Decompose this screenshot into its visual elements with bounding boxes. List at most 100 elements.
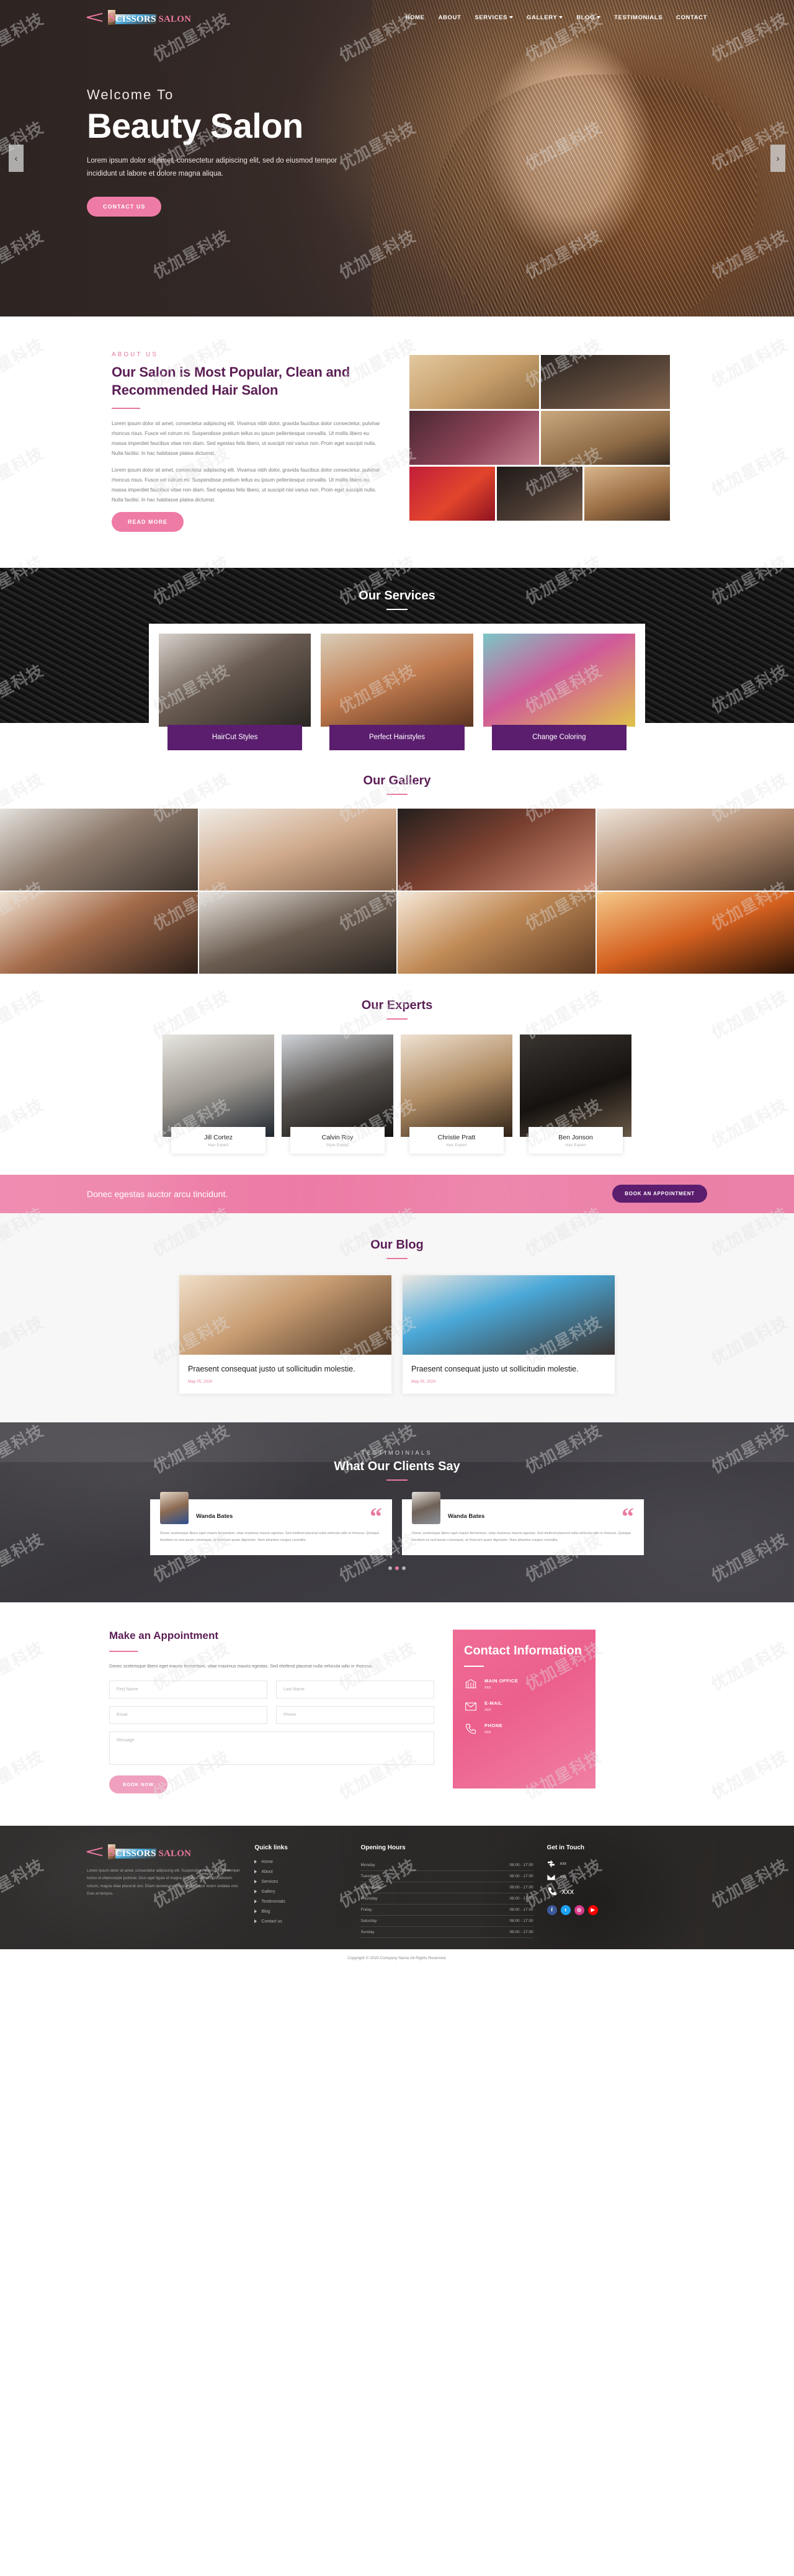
expert-role: Style Expert <box>326 1143 349 1147</box>
hours-day: Tuesday <box>360 1874 377 1878</box>
youtube-icon[interactable]: ▶ <box>587 1905 598 1915</box>
carousel-dot[interactable] <box>388 1566 392 1571</box>
site-logo[interactable]: SCISSORS SALON <box>87 9 192 25</box>
divider <box>386 1479 408 1481</box>
carousel-dot-active[interactable] <box>395 1566 399 1571</box>
last-name-input[interactable] <box>276 1680 434 1699</box>
nav-item-about[interactable]: ABOUT <box>439 14 462 21</box>
carousel-dot[interactable] <box>402 1566 406 1571</box>
gallery-image[interactable] <box>0 808 198 891</box>
testimonials-kicker: TESTIMOINIALS <box>361 1450 432 1456</box>
logo-letter-s: S <box>108 9 115 25</box>
blog-card[interactable]: Praesent consequat justo ut sollicitudin… <box>403 1275 615 1394</box>
nav-label: HOME <box>405 14 425 21</box>
expert-card[interactable]: Jill Cortez Hair Expert <box>163 1034 274 1154</box>
bank-icon <box>465 1679 476 1689</box>
expert-photo <box>282 1034 393 1137</box>
page-root: SCISSORS SALON HOME ABOUT SERVICES GALLE… <box>0 0 794 1967</box>
expert-role: Hair Expert <box>446 1143 467 1147</box>
instagram-icon[interactable]: ◎ <box>574 1905 584 1915</box>
logo-salon-text: SALON <box>156 1848 192 1859</box>
nav-item-testimonials[interactable]: TESTIMONIALS <box>614 14 662 21</box>
expert-photo <box>401 1034 512 1137</box>
hours-day: Saturday <box>360 1918 377 1923</box>
expert-name: Ben Jonson <box>558 1133 593 1141</box>
divider <box>112 408 140 410</box>
caret-right-icon <box>254 1880 257 1884</box>
caret-right-icon <box>254 1919 257 1924</box>
divider <box>109 1651 138 1653</box>
blog-card[interactable]: Praesent consequat justo ut sollicitudin… <box>179 1275 391 1394</box>
footer-link-about[interactable]: About <box>254 1870 347 1874</box>
footer-logo[interactable]: SCISSORS SALON <box>87 1844 241 1860</box>
services-title: Our Services <box>359 588 435 603</box>
nav-item-home[interactable]: HOME <box>406 14 425 21</box>
email-input[interactable] <box>109 1705 267 1724</box>
hours-row: Tuesday 08:00 - 17:00 <box>360 1871 533 1882</box>
collage-image <box>540 355 670 409</box>
gallery-image[interactable] <box>0 891 198 974</box>
blog-section: Our Blog Praesent consequat justo ut sol… <box>0 1213 794 1423</box>
footer-link-gallery[interactable]: Gallery <box>254 1890 347 1894</box>
testimonial-text: Donec scelerisque libero eget mauris fer… <box>412 1532 631 1543</box>
site-footer: SCISSORS SALON Lorem ipsum dolor sit ame… <box>0 1825 794 1949</box>
caret-right-icon <box>254 1890 257 1894</box>
phone-input[interactable] <box>276 1705 434 1724</box>
hours-time: 08:00 - 17:00 <box>509 1918 533 1923</box>
facebook-icon[interactable]: f <box>546 1905 557 1915</box>
gallery-image[interactable] <box>596 891 794 974</box>
expert-card[interactable]: Christie Pratt Hair Expert <box>401 1034 512 1154</box>
about-image-collage <box>409 351 670 521</box>
expert-card[interactable]: Calvin Roy Style Expert <box>282 1034 393 1154</box>
phone-icon <box>465 1724 476 1735</box>
hours-time: 08:00 - 17:00 <box>509 1896 533 1901</box>
testimonial-card: “ Wanda Bates Donec scelerisque libero e… <box>402 1492 644 1556</box>
nav-label: ABOUT <box>438 14 462 21</box>
footer-link-testimonials[interactable]: Testimonials <box>254 1900 347 1904</box>
avatar <box>160 1492 189 1525</box>
blog-post-title: Praesent consequat justo ut sollicitudin… <box>411 1364 579 1373</box>
book-now-button[interactable]: BOOK NOW <box>109 1775 168 1793</box>
footer-link-home[interactable]: Home <box>254 1860 347 1864</box>
hero-contact-button[interactable]: CONTACT US <box>87 197 162 217</box>
service-card-hairstyles[interactable]: Perfect Hairstyles <box>321 633 473 750</box>
carousel-next-button[interactable]: › <box>770 145 785 172</box>
gallery-title: Our Gallery <box>363 773 431 788</box>
quote-icon: “ <box>370 1502 382 1531</box>
gallery-image[interactable] <box>398 808 596 891</box>
envelope-icon <box>546 1874 555 1880</box>
footer-hours-title: Opening Hours <box>360 1844 406 1851</box>
book-appointment-button[interactable]: BOOK AN APPOINTMENT <box>612 1185 707 1203</box>
service-card-haircut[interactable]: HairCut Styles <box>159 633 311 750</box>
hours-row: Saturday 08:00 - 17:00 <box>360 1916 533 1927</box>
blog-image <box>403 1275 615 1355</box>
footer-link-contact[interactable]: Contact us <box>254 1919 347 1924</box>
gallery-image[interactable] <box>596 808 794 891</box>
nav-item-contact[interactable]: CONTACT <box>676 14 707 21</box>
footer-link-blog[interactable]: Blog <box>254 1910 347 1914</box>
footer-about-column: SCISSORS SALON Lorem ipsum dolor sit ame… <box>87 1844 241 1938</box>
nav-item-gallery[interactable]: GALLERY <box>527 14 563 21</box>
gallery-image[interactable] <box>198 808 396 891</box>
first-name-input[interactable] <box>109 1680 267 1699</box>
twitter-icon[interactable]: t <box>560 1905 571 1915</box>
carousel-prev-button[interactable]: ‹ <box>9 145 24 172</box>
gallery-image[interactable] <box>198 891 396 974</box>
nav-item-services[interactable]: SERVICES <box>475 14 514 21</box>
expert-card[interactable]: Ben Jonson Hair Expert <box>520 1034 631 1154</box>
logo-salon-text: SALON <box>156 14 192 24</box>
testimonial-text: Donec scelerisque libero eget mauris fer… <box>160 1532 380 1543</box>
top-navigation-bar: SCISSORS SALON HOME ABOUT SERVICES GALLE… <box>0 0 794 35</box>
about-read-more-button[interactable]: READ MORE <box>112 511 184 532</box>
carousel-dots <box>87 1566 707 1571</box>
contact-item-label: MAIN OFFICE <box>484 1678 519 1684</box>
blog-grid: Praesent consequat justo ut sollicitudin… <box>0 1275 794 1394</box>
nav-item-blog[interactable]: BLOG <box>576 14 601 21</box>
quote-icon: “ <box>622 1502 634 1531</box>
blog-image <box>179 1275 391 1355</box>
message-input[interactable] <box>109 1731 434 1765</box>
gallery-image[interactable] <box>398 891 596 974</box>
service-card-coloring[interactable]: Change Coloring <box>483 633 635 750</box>
appointment-title: Make an Appointment <box>109 1630 218 1642</box>
footer-link-services[interactable]: Services <box>254 1880 347 1884</box>
